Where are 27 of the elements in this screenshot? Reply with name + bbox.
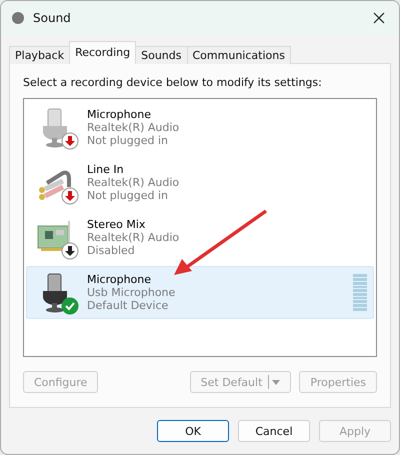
device-status: Default Device — [87, 299, 170, 312]
device-name: Line In — [87, 163, 125, 176]
device-status: Disabled — [87, 244, 136, 257]
device-driver: Realtek(R) Audio — [87, 176, 180, 189]
dialog-button[interactable]: Cancel — [238, 420, 310, 442]
device-status: Not plugged in — [87, 189, 170, 202]
speaker-icon — [11, 11, 25, 25]
device-driver: Realtek(R) Audio — [87, 121, 180, 134]
tab[interactable]: Playback — [9, 46, 70, 64]
device-row[interactable]: Line In Realtek(R) Audio Not plugged in — [26, 156, 374, 209]
caret-icon — [272, 380, 280, 384]
tab[interactable]: Sounds — [135, 46, 188, 64]
device-driver: Realtek(R) Audio — [87, 231, 180, 244]
device-name: Microphone — [87, 108, 152, 121]
device-name: Microphone — [87, 273, 152, 286]
close-icon — [373, 12, 385, 24]
device-row[interactable]: Microphone Realtek(R) Audio Not plugged in — [26, 101, 374, 154]
level-meter — [353, 274, 367, 310]
device-row[interactable]: Microphone Usb Microphone Default Device — [26, 266, 374, 319]
device-status: Not plugged in — [87, 134, 170, 147]
device-name: Stereo Mix — [87, 218, 146, 231]
window-title: Sound — [33, 11, 72, 25]
dialog-button[interactable]: OK — [157, 420, 229, 442]
instruction-text: Select a recording device below to modify its settings: — [23, 76, 323, 89]
tab[interactable]: Communications — [186, 46, 291, 64]
device-driver: Usb Microphone — [87, 286, 176, 299]
tab[interactable]: Recording — [69, 41, 136, 64]
